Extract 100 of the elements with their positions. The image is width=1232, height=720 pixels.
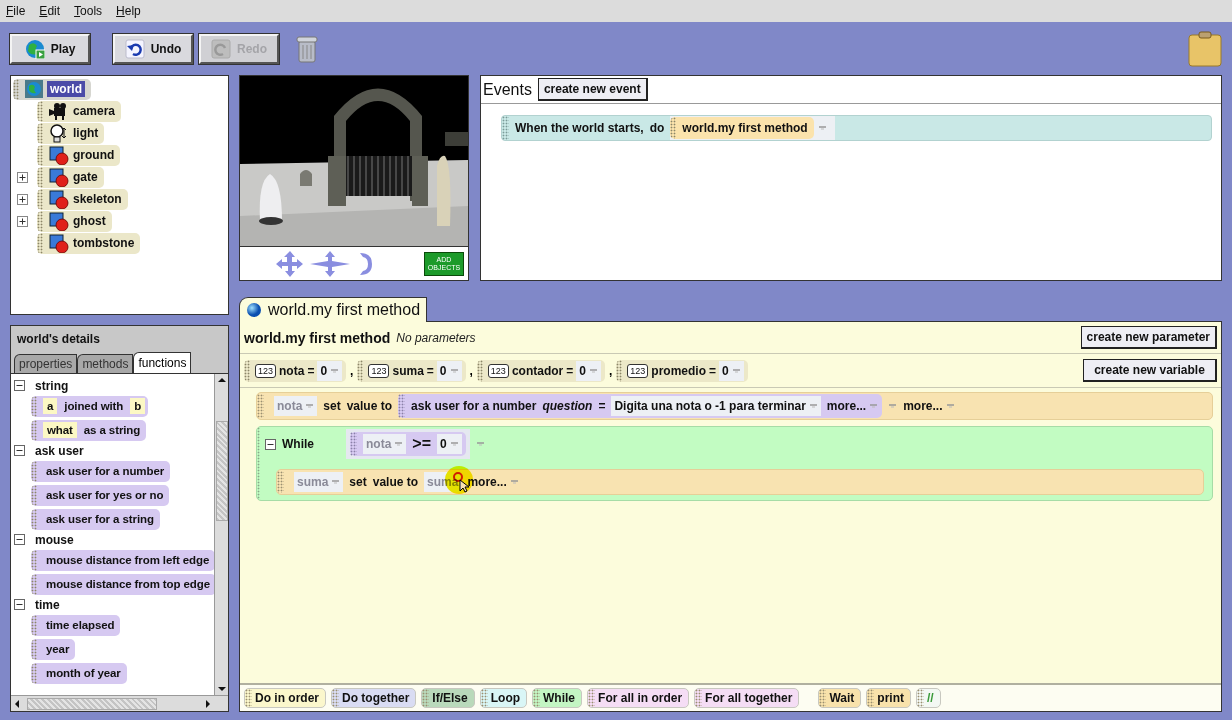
- dropdown-icon[interactable]: [945, 403, 955, 409]
- value-dropdown[interactable]: 0: [576, 360, 601, 381]
- scrollbar-thumb[interactable]: [215, 421, 228, 521]
- dropdown-icon[interactable]: [449, 441, 459, 447]
- play-button[interactable]: Play: [10, 33, 90, 64]
- control-tile[interactable]: For all in order: [587, 688, 690, 708]
- collapse-icon[interactable]: [14, 445, 25, 456]
- object-tile[interactable]: world: [13, 78, 91, 100]
- function-tile[interactable]: time elapsed: [31, 614, 121, 636]
- tab[interactable]: properties: [14, 354, 78, 373]
- method-tile[interactable]: world.my first method: [670, 117, 814, 139]
- dropdown-icon[interactable]: [869, 403, 879, 409]
- group-label: mouse: [35, 532, 74, 547]
- collapse-icon[interactable]: [14, 380, 25, 391]
- drag-handle[interactable]: [502, 116, 509, 140]
- object-tile[interactable]: ghost: [37, 210, 112, 232]
- dropdown-icon[interactable]: [888, 403, 898, 409]
- collapse-icon[interactable]: [14, 534, 25, 545]
- collapse-icon[interactable]: [14, 599, 25, 610]
- number-type-label: 123: [627, 363, 649, 378]
- create-parameter-button[interactable]: create new parameter: [1080, 326, 1217, 349]
- object-tile[interactable]: skeleton: [37, 188, 128, 210]
- equals-text: =: [566, 363, 574, 378]
- value-dropdown[interactable]: 0: [436, 360, 462, 381]
- value-dropdown[interactable]: 0: [437, 434, 462, 454]
- statement-text: set: [349, 475, 367, 489]
- variable-tile[interactable]: 123 contador = 0: [476, 359, 605, 382]
- value-dropdown[interactable]: 0: [719, 360, 744, 381]
- equals-text: =: [307, 363, 315, 378]
- control-tile[interactable]: print: [866, 688, 911, 708]
- method-tab[interactable]: world.my first method: [239, 297, 428, 322]
- world-icon: [25, 80, 43, 98]
- move-arrows-icon[interactable]: [276, 249, 304, 278]
- variable-tile[interactable]: 123 nota = 0: [244, 359, 347, 382]
- dropdown-icon[interactable]: [331, 479, 341, 485]
- create-event-button[interactable]: create new event: [537, 78, 648, 101]
- variable-tile[interactable]: 123 suma = 0: [357, 359, 466, 382]
- object-tile[interactable]: camera: [37, 100, 122, 122]
- control-tile[interactable]: Do together: [331, 688, 417, 708]
- value-dropdown[interactable]: Digita una nota o -1 para terminar: [611, 396, 821, 416]
- function-tile[interactable]: what as a string: [31, 419, 147, 441]
- menu-item[interactable]: Help: [116, 4, 141, 18]
- function-tile[interactable]: ask user for a number: [31, 460, 171, 482]
- dropdown-icon[interactable]: [305, 403, 315, 409]
- function-tile[interactable]: month of year: [31, 662, 127, 684]
- function-tile[interactable]: mouse distance from left edge: [31, 549, 214, 571]
- tab[interactable]: functions: [133, 352, 192, 373]
- statement-text: ask user for a number: [411, 399, 537, 413]
- control-tile[interactable]: Do in order: [244, 688, 326, 708]
- value-dropdown[interactable]: 0: [317, 360, 343, 381]
- function-tile[interactable]: mouse distance from top edge: [31, 573, 214, 595]
- function-name: year: [45, 643, 71, 655]
- variable-tile[interactable]: 123 promedio = 0: [616, 359, 748, 382]
- scrollbar-thumb[interactable]: [27, 697, 157, 710]
- statement-text: value to: [346, 399, 393, 413]
- menu-item[interactable]: Edit: [39, 4, 61, 18]
- control-tile[interactable]: While: [532, 688, 583, 708]
- dropdown-icon[interactable]: [588, 367, 598, 374]
- more-button[interactable]: more...: [826, 399, 879, 413]
- dropdown-icon[interactable]: [509, 479, 519, 485]
- dropdown-icon[interactable]: [330, 367, 340, 374]
- create-variable-button[interactable]: create new variable: [1083, 359, 1217, 382]
- menu-item[interactable]: File: [6, 4, 26, 18]
- control-tile[interactable]: Loop: [479, 688, 528, 708]
- dropdown-icon[interactable]: [808, 403, 818, 409]
- trash-icon[interactable]: [296, 34, 318, 63]
- dropdown-icon[interactable]: [449, 367, 459, 374]
- more-button[interactable]: more...: [903, 399, 955, 413]
- dropdown-icon[interactable]: [817, 125, 827, 131]
- function-tile[interactable]: ask user for a number question = Digita una nota o -1 para terminar more...: [398, 394, 883, 418]
- condition-tile[interactable]: nota >= 0: [350, 432, 466, 456]
- group-label: ask user: [35, 443, 84, 458]
- statement-tile[interactable]: nota set value to ask user for a number question = Digita una nota o -1 para terminar more... more...: [256, 392, 1213, 420]
- function-tile[interactable]: year: [31, 638, 76, 660]
- object-tile[interactable]: ground: [37, 144, 121, 166]
- expand-icon[interactable]: [16, 215, 28, 227]
- number-type-label: 123: [487, 363, 509, 378]
- function-tile[interactable]: a joined with b: [31, 395, 149, 417]
- dropdown-icon[interactable]: [475, 441, 485, 447]
- control-tile[interactable]: For all together: [694, 688, 800, 708]
- clipboard-icon[interactable]: [1188, 30, 1222, 67]
- function-tile[interactable]: ask user for yes or no: [31, 484, 170, 506]
- function-name: ask user for a number: [45, 465, 166, 477]
- control-tile[interactable]: Wait: [818, 688, 862, 708]
- tab[interactable]: methods: [77, 354, 134, 373]
- menu-item[interactable]: Tools: [74, 4, 103, 18]
- expand-icon[interactable]: [16, 171, 28, 183]
- function-name: as a string: [82, 424, 142, 436]
- control-tile[interactable]: If/Else: [421, 688, 475, 708]
- undo-button[interactable]: Undo: [113, 33, 193, 64]
- object-tile[interactable]: light: [37, 122, 105, 144]
- object-tile[interactable]: gate: [37, 166, 104, 188]
- dropdown-icon[interactable]: [731, 367, 741, 374]
- expand-icon[interactable]: [16, 193, 28, 205]
- function-tile[interactable]: ask user for a string: [31, 508, 160, 530]
- dropdown-icon[interactable]: [394, 441, 404, 447]
- object-tile[interactable]: tombstone: [37, 232, 141, 254]
- separator-text: ,: [350, 363, 354, 378]
- object-name: world: [47, 81, 85, 97]
- collapse-icon[interactable]: [265, 438, 276, 450]
